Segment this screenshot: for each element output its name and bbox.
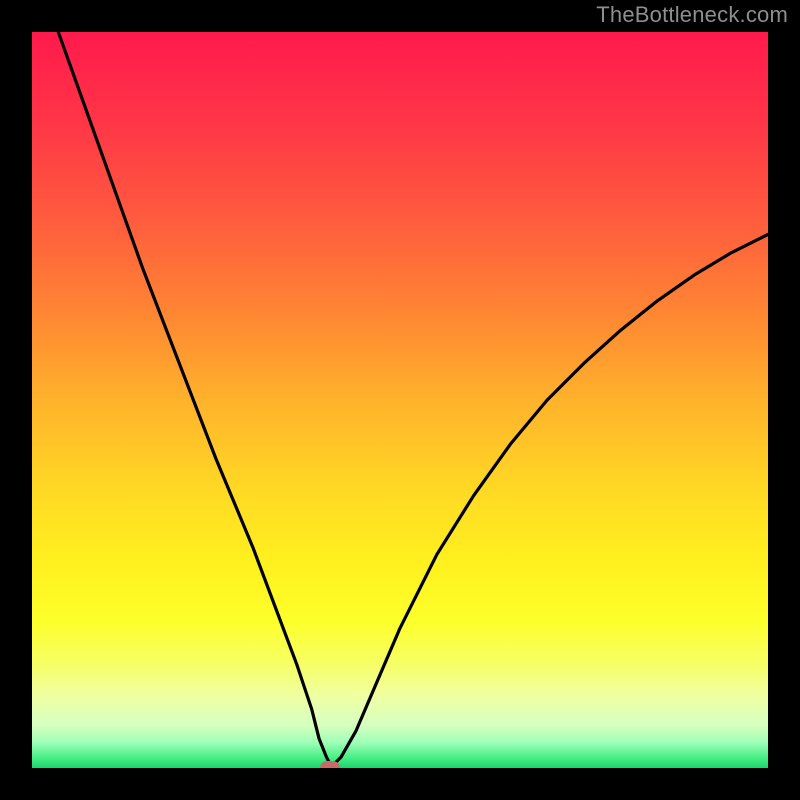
bottleneck-curve (32, 32, 768, 768)
watermark-text: TheBottleneck.com (596, 2, 788, 28)
plot-area (32, 32, 768, 768)
optimal-point-marker (320, 761, 340, 768)
chart-frame: TheBottleneck.com (0, 0, 800, 800)
